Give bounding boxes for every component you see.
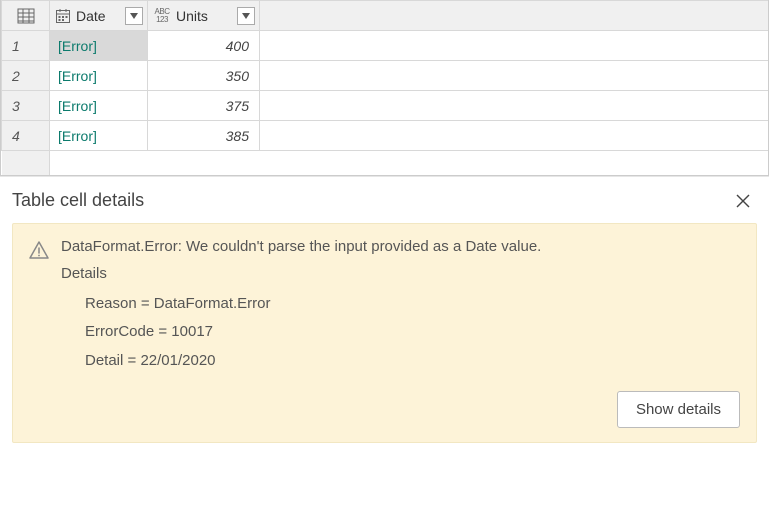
error-reason: Reason = DataFormat.Error <box>85 290 740 319</box>
error-box: DataFormat.Error: We couldn't parse the … <box>12 223 757 444</box>
row-number[interactable]: 1 <box>2 31 50 61</box>
cell-details-panel: Table cell details DataFormat.Error: We … <box>0 176 769 462</box>
cell-units[interactable]: 385 <box>148 121 260 151</box>
cell-empty <box>260 121 769 151</box>
table-row[interactable]: 4 [Error] 385 <box>2 121 769 151</box>
details-title: Table cell details <box>12 190 144 211</box>
cell-date-error[interactable]: [Error] <box>50 91 148 121</box>
error-details-label: Details <box>61 265 740 282</box>
any-type-icon: ABC123 <box>152 6 172 26</box>
error-message: DataFormat.Error: We couldn't parse the … <box>61 238 740 255</box>
column-label: Units <box>176 8 233 24</box>
row-number[interactable]: 2 <box>2 61 50 91</box>
cell-units[interactable]: 375 <box>148 91 260 121</box>
calendar-icon <box>54 7 72 25</box>
cell-empty <box>260 61 769 91</box>
data-grid-container: Date ABC123 Units <box>0 0 769 176</box>
cell-empty <box>260 31 769 61</box>
data-grid: Date ABC123 Units <box>1 0 768 175</box>
error-detail: Detail = 22/01/2020 <box>85 347 740 376</box>
table-row[interactable]: 2 [Error] 350 <box>2 61 769 91</box>
show-details-button[interactable]: Show details <box>617 391 740 428</box>
column-header-units[interactable]: ABC123 Units <box>148 1 260 31</box>
grid-blank-row <box>2 151 769 175</box>
cell-empty <box>260 91 769 121</box>
row-number[interactable]: 3 <box>2 91 50 121</box>
cell-date-error[interactable]: [Error] <box>50 121 148 151</box>
close-icon <box>736 194 750 208</box>
cell-units[interactable]: 400 <box>148 31 260 61</box>
column-header-date[interactable]: Date <box>50 1 148 31</box>
warning-icon <box>29 240 49 260</box>
column-label: Date <box>76 8 121 24</box>
grid-empty-header <box>260 1 769 31</box>
row-number[interactable]: 4 <box>2 121 50 151</box>
close-button[interactable] <box>729 187 757 215</box>
column-filter-button[interactable] <box>237 7 255 25</box>
cell-date-error[interactable]: [Error] <box>50 31 148 61</box>
table-row[interactable]: 3 [Error] 375 <box>2 91 769 121</box>
column-filter-button[interactable] <box>125 7 143 25</box>
cell-date-error[interactable]: [Error] <box>50 61 148 91</box>
grid-corner[interactable] <box>2 1 50 31</box>
error-code: ErrorCode = 10017 <box>85 318 740 347</box>
table-row[interactable]: 1 [Error] 400 <box>2 31 769 61</box>
cell-units[interactable]: 350 <box>148 61 260 91</box>
table-icon <box>2 1 49 30</box>
